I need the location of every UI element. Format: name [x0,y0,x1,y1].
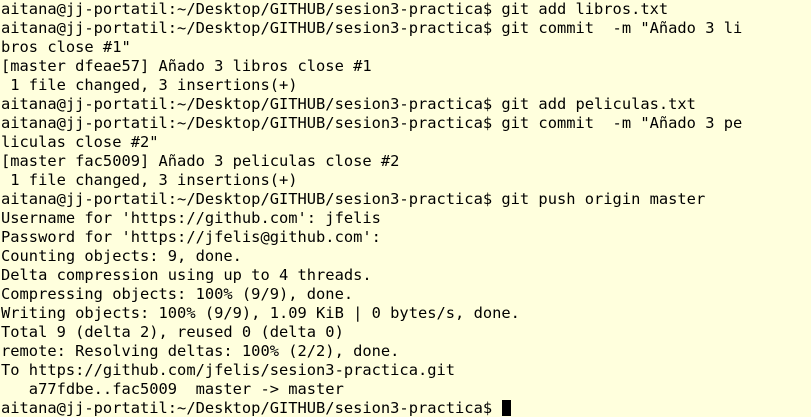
terminal-line: a77fdbe..fac5009 master -> master [1,380,344,398]
terminal-line: [master dfeae57] Añado 3 libros close #1 [1,57,372,75]
terminal-window[interactable]: aitana@jj-portatil:~/Desktop/GITHUB/sesi… [0,0,811,417]
terminal-prompt-line[interactable]: aitana@jj-portatil:~/Desktop/GITHUB/sesi… [1,399,811,417]
terminal-line: aitana@jj-portatil:~/Desktop/GITHUB/sesi… [1,114,743,132]
terminal-line: Total 9 (delta 2), reused 0 (delta 0) [1,323,344,341]
terminal-line: To https://github.com/jfelis/sesion3-pra… [1,361,456,379]
terminal-line: aitana@jj-portatil:~/Desktop/GITHUB/sesi… [1,95,696,113]
terminal-line: 1 file changed, 3 insertions(+) [1,76,298,94]
terminal-line: 1 file changed, 3 insertions(+) [1,171,298,189]
terminal-line: Username for 'https://github.com': jfeli… [1,209,381,227]
terminal-line: liculas close #2" [1,133,159,151]
terminal-line: remote: Resolving deltas: 100% (2/2), do… [1,342,400,360]
terminal-cursor [502,400,512,416]
terminal-line: Compressing objects: 100% (9/9), done. [1,285,354,303]
terminal-prompt: aitana@jj-portatil:~/Desktop/GITHUB/sesi… [1,399,502,417]
terminal-line: Delta compression using up to 4 threads. [1,266,372,284]
terminal-line: [master fac5009] Añado 3 peliculas close… [1,152,400,170]
terminal-line: aitana@jj-portatil:~/Desktop/GITHUB/sesi… [1,190,706,208]
terminal-line: bros close #1" [1,38,131,56]
terminal-line: Writing objects: 100% (9/9), 1.09 KiB | … [1,304,520,322]
terminal-line: aitana@jj-portatil:~/Desktop/GITHUB/sesi… [1,19,743,37]
terminal-line: Counting objects: 9, done. [1,247,242,265]
terminal-line: aitana@jj-portatil:~/Desktop/GITHUB/sesi… [1,0,669,18]
terminal-line: Password for 'https://jfelis@github.com'… [1,228,381,246]
